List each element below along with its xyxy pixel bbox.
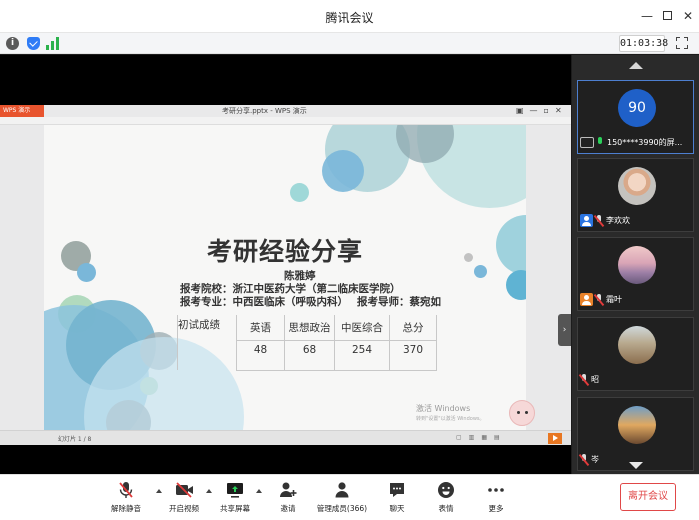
- slide-major-line: 报考专业：中西医临床（呼吸内科）: [180, 296, 348, 308]
- close-button[interactable]: ✕: [681, 9, 695, 23]
- mic-muted-icon: [578, 453, 590, 466]
- more-icon: [486, 480, 506, 500]
- more-button[interactable]: 更多: [484, 480, 508, 514]
- presentation-slide: 考研经验分享 陈雅婷 报考院校：浙江中医药大学（第二临床医学院） 报考专业：中西…: [44, 125, 526, 430]
- invite-label: 邀请: [280, 504, 296, 513]
- mic-muted-icon: [578, 373, 590, 386]
- table-cell: 48: [236, 339, 285, 371]
- table-header: 总分: [389, 315, 437, 341]
- signal-icon[interactable]: [46, 37, 60, 50]
- avatar: [618, 326, 656, 364]
- wps-app-tab: WPS 演示: [0, 105, 44, 117]
- decor-bubble: [322, 150, 364, 192]
- maximize-button[interactable]: [660, 9, 674, 23]
- participant-tile[interactable]: 90 150****3990的屏...: [577, 80, 694, 154]
- participants-panel: 90 150****3990的屏... 李欢欢 霜叶 昭 岑: [572, 55, 699, 474]
- wps-window-controls: ▣—▫✕: [516, 106, 568, 115]
- avatar: [618, 406, 656, 444]
- mic-muted-icon: [593, 214, 605, 227]
- decor-bubble: [290, 183, 309, 202]
- slide-title: 考研经验分享: [206, 237, 363, 266]
- manage-members-label: 管理成员(366): [316, 504, 368, 513]
- table-header: 英语: [236, 315, 285, 341]
- participant-name: 李欢欢: [606, 216, 630, 225]
- wps-status-bar: 幻灯片 1 / 8 ▢▥▦▤: [0, 430, 571, 445]
- avatar: 90: [618, 89, 656, 127]
- screen-share-icon: [580, 137, 594, 148]
- participant-name: 昭: [591, 375, 599, 384]
- wps-file-title: 考研分享.pptx - WPS 演示: [222, 107, 307, 115]
- chat-button[interactable]: 聊天: [385, 480, 409, 514]
- share-screen-icon: [225, 480, 245, 500]
- share-options-caret-icon[interactable]: [256, 489, 262, 493]
- participant-tile[interactable]: 岑: [577, 397, 694, 471]
- start-video-label: 开启视频: [169, 504, 199, 513]
- participant-name: 150****3990的屏...: [607, 138, 683, 147]
- window-title: 腾讯会议: [325, 11, 374, 25]
- avatar: [618, 167, 656, 205]
- mic-muted-icon: [593, 293, 605, 306]
- scroll-down-icon[interactable]: [629, 462, 643, 469]
- start-video-button[interactable]: 开启视频: [166, 480, 202, 514]
- wps-window: WPS 演示 考研分享.pptx - WPS 演示 ▣—▫✕ 考研经验分享 陈雅…: [0, 105, 571, 445]
- participant-name: 岑: [591, 455, 599, 464]
- table-cell: 370: [389, 339, 437, 371]
- share-screen-label: 共享屏幕: [220, 504, 250, 513]
- activate-windows-watermark: 激活 Windows: [416, 404, 471, 413]
- maximize-icon: [662, 11, 672, 20]
- shield-icon[interactable]: [27, 37, 40, 50]
- table-header: 思想政治: [284, 315, 335, 341]
- wps-toolbar-strip: [0, 117, 571, 125]
- slide-page-indicator: 幻灯片 1 / 8: [58, 436, 92, 443]
- info-icon[interactable]: i: [6, 37, 19, 50]
- view-mode-icons: ▢▥▦▤: [456, 434, 507, 441]
- score-table: 初试成绩 英语 思想政治 中医综合 总分 48 68 254 370: [177, 315, 437, 371]
- participant-tile[interactable]: 霜叶: [577, 237, 694, 311]
- table-row-label: 初试成绩: [177, 315, 237, 370]
- table-cell: 254: [334, 339, 390, 371]
- mic-muted-icon: [116, 480, 136, 500]
- unmute-button[interactable]: 解除静音: [108, 480, 144, 514]
- unmute-label: 解除静音: [111, 504, 141, 513]
- activate-windows-subtext: 转到"设置"以激活 Windows。: [416, 416, 485, 422]
- table-cell: 68: [284, 339, 335, 371]
- manage-members-button[interactable]: 管理成员(366): [314, 480, 370, 514]
- minimize-button[interactable]: —: [640, 9, 654, 23]
- invite-button[interactable]: 邀请: [276, 480, 300, 514]
- table-row: 初试成绩 英语 思想政治 中医综合 总分: [177, 315, 437, 370]
- decor-bubble: [506, 270, 526, 300]
- avatar: [618, 246, 656, 284]
- collapse-panel-button[interactable]: ›: [558, 314, 571, 346]
- table-header: 中医综合: [334, 315, 390, 341]
- camera-off-icon: [174, 480, 194, 500]
- meeting-timer: 01:03:38: [619, 35, 668, 52]
- scroll-up-icon[interactable]: [629, 62, 643, 69]
- mascot-sticker: [509, 400, 535, 426]
- reactions-button[interactable]: 表情: [434, 480, 458, 514]
- more-label: 更多: [488, 504, 504, 513]
- audio-options-caret-icon[interactable]: [156, 489, 162, 493]
- chat-icon: [387, 480, 407, 500]
- slide-advisor-line: 报考导师：蔡宛如: [357, 296, 441, 308]
- participant-tile[interactable]: 昭: [577, 317, 694, 391]
- leave-meeting-button[interactable]: 离开会议: [620, 483, 676, 511]
- emoji-label: 表情: [438, 504, 454, 513]
- emoji-icon: [436, 480, 456, 500]
- chat-label: 聊天: [389, 504, 405, 513]
- title-bar: 腾讯会议 — ✕: [0, 0, 699, 33]
- add-user-icon: [278, 480, 298, 500]
- share-screen-button[interactable]: 共享屏幕: [217, 480, 253, 514]
- members-icon: [332, 480, 352, 500]
- meeting-info-bar: i 01:03:38: [0, 33, 699, 54]
- user-icon: [580, 214, 593, 227]
- participant-tile[interactable]: 李欢欢: [577, 158, 694, 232]
- play-slideshow-icon: [548, 433, 562, 444]
- video-options-caret-icon[interactable]: [206, 489, 212, 493]
- participant-name: 霜叶: [606, 295, 622, 304]
- fullscreen-icon[interactable]: [676, 37, 688, 49]
- user-icon: [580, 293, 593, 306]
- shared-screen-area: WPS 演示 考研分享.pptx - WPS 演示 ▣—▫✕ 考研经验分享 陈雅…: [0, 55, 571, 474]
- mic-on-icon: [596, 136, 604, 149]
- meeting-toolbar: 解除静音 开启视频 共享屏幕 邀请 管理成员(366) 聊天 表情 更多 离开会…: [0, 474, 699, 520]
